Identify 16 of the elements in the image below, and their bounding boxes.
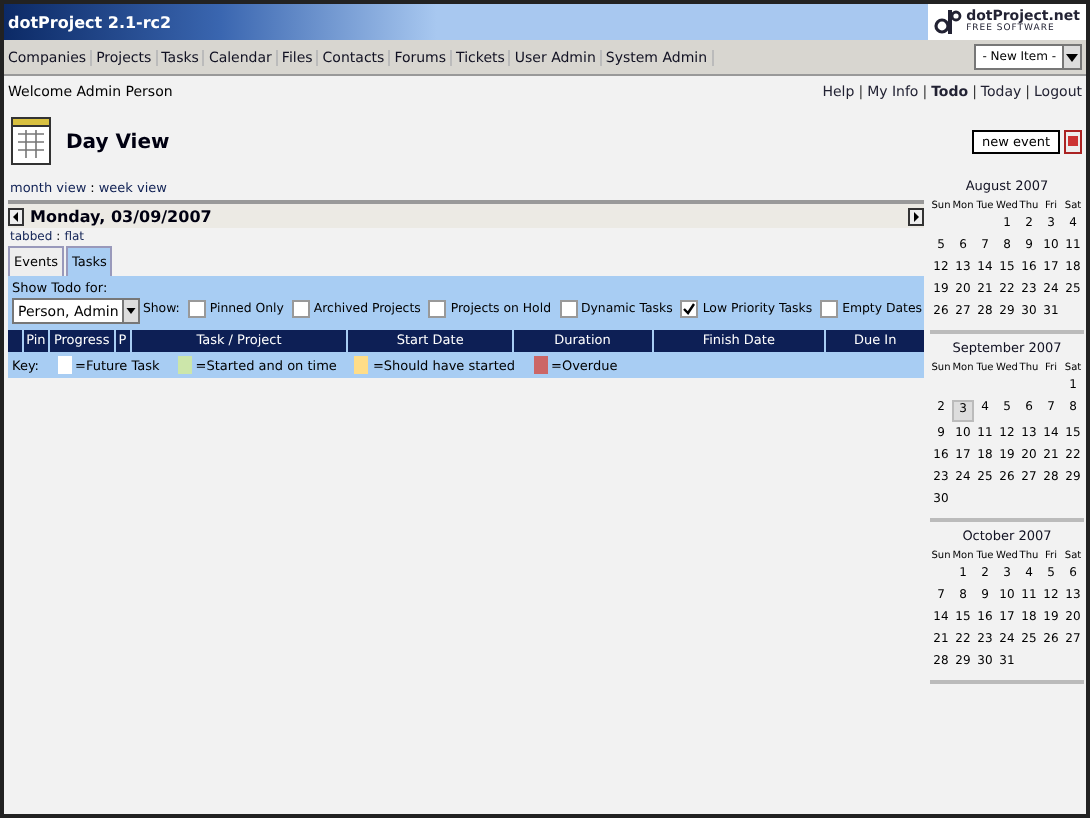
previous-day-icon[interactable]: [8, 207, 24, 225]
app-title: dotProject 2.1-rc2: [6, 13, 174, 31]
checkbox[interactable]: [820, 300, 839, 318]
checkbox[interactable]: [428, 300, 447, 318]
table-header: [8, 330, 22, 352]
caret-icon: [126, 308, 137, 314]
checkbox[interactable]: [187, 300, 206, 318]
next-day-icon[interactable]: [908, 207, 924, 225]
checkbox[interactable]: [559, 300, 577, 318]
checkbox[interactable]: [291, 300, 310, 318]
logo-icon: [934, 8, 963, 36]
caret-icon: [1066, 53, 1078, 61]
page-title: Day View: [66, 131, 170, 153]
date-heading: Monday, 03/09/2007: [30, 207, 212, 225]
checkbox[interactable]: [680, 300, 699, 318]
calendar-icon: [10, 116, 54, 168]
